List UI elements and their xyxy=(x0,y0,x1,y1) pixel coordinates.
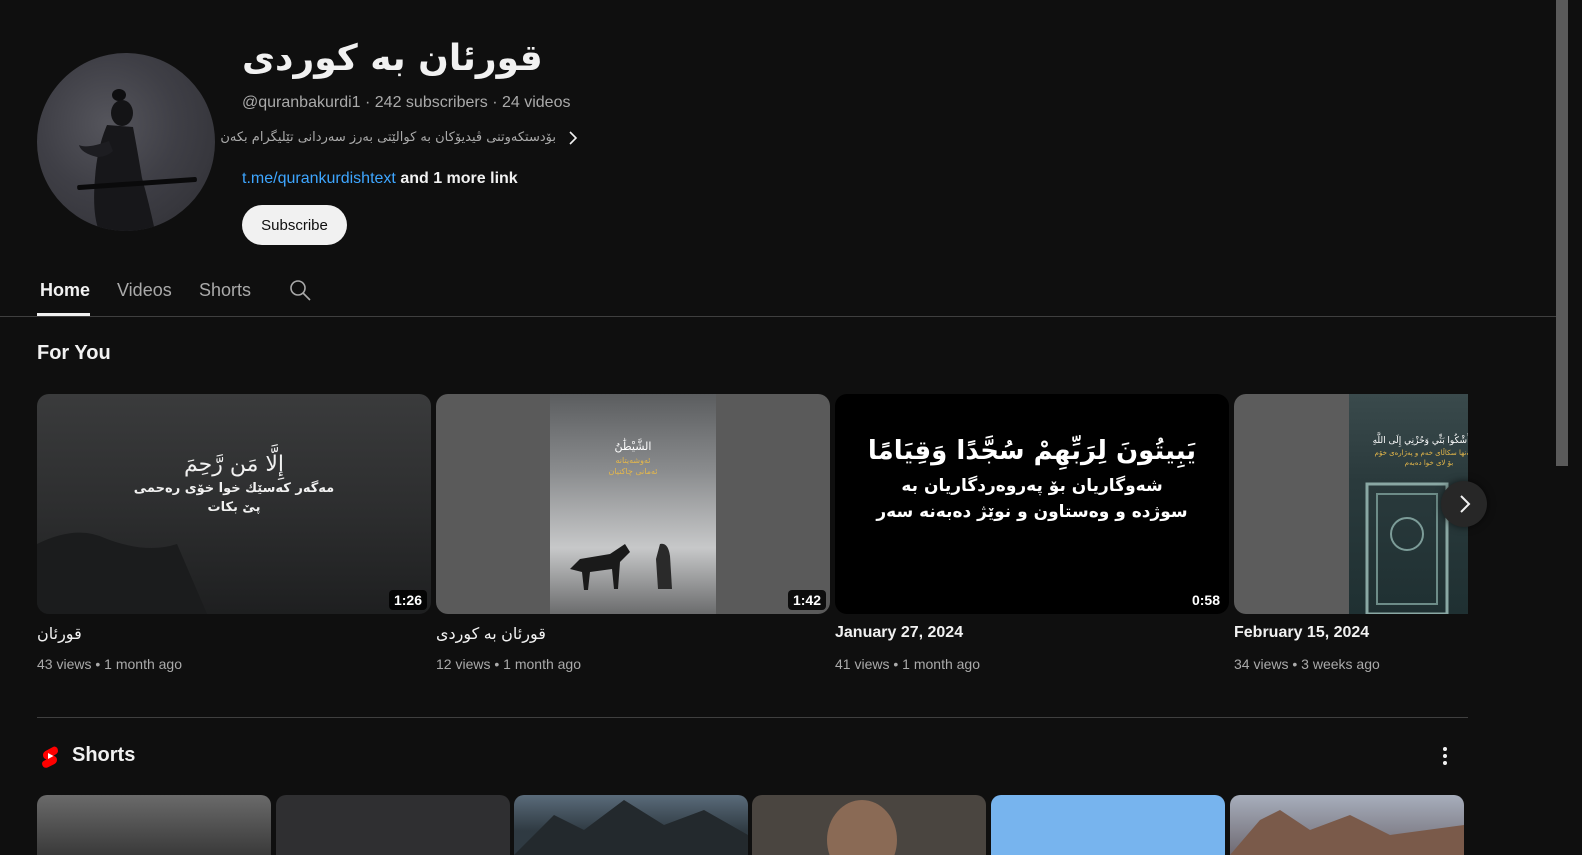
more-vert-icon[interactable] xyxy=(1433,744,1457,768)
subscriber-count: 242 subscribers xyxy=(374,94,488,111)
video-thumbnail[interactable]: إِلَّا مَن رَّحِمَ مەگەر کەسێك خوا خۆی ر… xyxy=(37,394,431,614)
meta-separator: • xyxy=(1292,656,1298,672)
meta-separator: · xyxy=(365,94,371,111)
channel-handle: @quranbakurdi1 xyxy=(242,94,361,111)
thumbnail-text: إِلَّا مَن رَّحِمَ xyxy=(183,452,285,477)
horse-silhouette xyxy=(570,543,672,590)
meta-separator: • xyxy=(494,656,500,672)
short-thumbnail[interactable] xyxy=(276,795,510,855)
channel-title: قورئان بە کوردی xyxy=(242,38,543,79)
telegram-link[interactable]: t.me/qurankurdishtext xyxy=(242,170,396,187)
thumbnail-image: الشَّيْطَٰنُ ئەوشەیتانە ئەمانی چاکتیان xyxy=(550,394,716,614)
section-title-for-you: For You xyxy=(37,342,111,364)
video-duration: 1:42 xyxy=(787,590,826,610)
thumbnail-text: مەگەر کەسێك خوا خۆی رەحمی xyxy=(133,481,335,496)
chevron-right-icon[interactable] xyxy=(566,130,580,146)
section-divider xyxy=(37,717,1468,718)
tabs-divider xyxy=(0,316,1556,317)
meta-separator: • xyxy=(95,656,101,672)
channel-meta: @quranbakurdi1 · 242 subscribers · 24 vi… xyxy=(242,94,570,112)
video-duration: 0:58 xyxy=(1186,590,1225,610)
upload-age: 1 month ago xyxy=(503,656,581,672)
thumbnail-text: شەوگاریان بۆ پەروەردگاریان بە xyxy=(901,476,1163,496)
upload-age: 1 month ago xyxy=(104,656,182,672)
meta-separator: • xyxy=(893,656,899,672)
meta-separator: · xyxy=(492,94,498,111)
page-scrollbar[interactable] xyxy=(1556,0,1568,466)
tab-home[interactable]: Home xyxy=(40,280,90,301)
short-thumbnail[interactable] xyxy=(752,795,986,855)
video-count: 24 videos xyxy=(501,94,571,111)
video-title[interactable]: January 27, 2024 xyxy=(835,624,963,642)
channel-links: t.me/qurankurdishtext and 1 more link xyxy=(242,170,518,188)
portrait-image xyxy=(827,800,897,855)
tab-shorts[interactable]: Shorts xyxy=(199,280,251,301)
shorts-logo-icon xyxy=(38,744,62,768)
samurai-silhouette-image xyxy=(77,89,197,231)
video-thumbnail[interactable]: إِنَّمَا أَشْكُوا بَثِّي وَحُزْنِي إِلَى… xyxy=(1234,394,1468,614)
short-thumbnail[interactable] xyxy=(37,795,271,855)
channel-avatar[interactable] xyxy=(37,53,215,231)
view-count: 43 views xyxy=(37,656,92,672)
carousel-next-button[interactable] xyxy=(1441,481,1487,527)
section-title-shorts: Shorts xyxy=(72,744,136,766)
thumbnail-text: سوژدە و وەستاون و نوێژ دەبەنە سەر xyxy=(876,502,1188,522)
subscribe-button[interactable]: Subscribe xyxy=(242,205,347,245)
view-count: 34 views xyxy=(1234,656,1289,672)
upload-age: 3 weeks ago xyxy=(1301,656,1380,672)
video-title[interactable]: قورئان xyxy=(37,624,431,643)
short-thumbnail[interactable] xyxy=(991,795,1225,855)
channel-description[interactable]: بۆدستکەوتنی ڤیدیۆکان بە کوالێتی بەرز سەر… xyxy=(220,130,556,145)
video-meta: 34 views • 3 weeks ago xyxy=(1234,656,1380,672)
thumbnail-text: پێ بکات xyxy=(207,500,261,515)
search-icon[interactable] xyxy=(289,279,311,301)
view-count: 12 views xyxy=(436,656,491,672)
more-links-button[interactable]: and 1 more link xyxy=(400,170,517,187)
view-count: 41 views xyxy=(835,656,890,672)
video-meta: 41 views • 1 month ago xyxy=(835,656,980,672)
video-thumbnail[interactable]: الشَّيْطَٰنُ ئەوشەیتانە ئەمانی چاکتیان 1… xyxy=(436,394,830,614)
tab-videos[interactable]: Videos xyxy=(117,280,172,301)
chevron-right-icon xyxy=(1460,495,1471,513)
mountain-image xyxy=(514,800,748,855)
video-duration: 1:26 xyxy=(388,590,427,610)
video-title[interactable]: قورئان بە کوردی xyxy=(436,624,546,644)
video-title[interactable]: February 15, 2024 xyxy=(1234,624,1369,642)
upload-age: 1 month ago xyxy=(902,656,980,672)
short-thumbnail[interactable] xyxy=(514,795,748,855)
video-meta: 43 views • 1 month ago xyxy=(37,656,182,672)
video-meta: 12 views • 1 month ago xyxy=(436,656,581,672)
mountain-image xyxy=(1230,810,1464,855)
short-thumbnail[interactable] xyxy=(1230,795,1464,855)
thumbnail-text: يَبِيتُونَ لِرَبِّهِمْ سُجَّدًا وَقِيَام… xyxy=(867,436,1197,466)
video-thumbnail[interactable]: يَبِيتُونَ لِرَبِّهِمْ سُجَّدًا وَقِيَام… xyxy=(835,394,1229,614)
